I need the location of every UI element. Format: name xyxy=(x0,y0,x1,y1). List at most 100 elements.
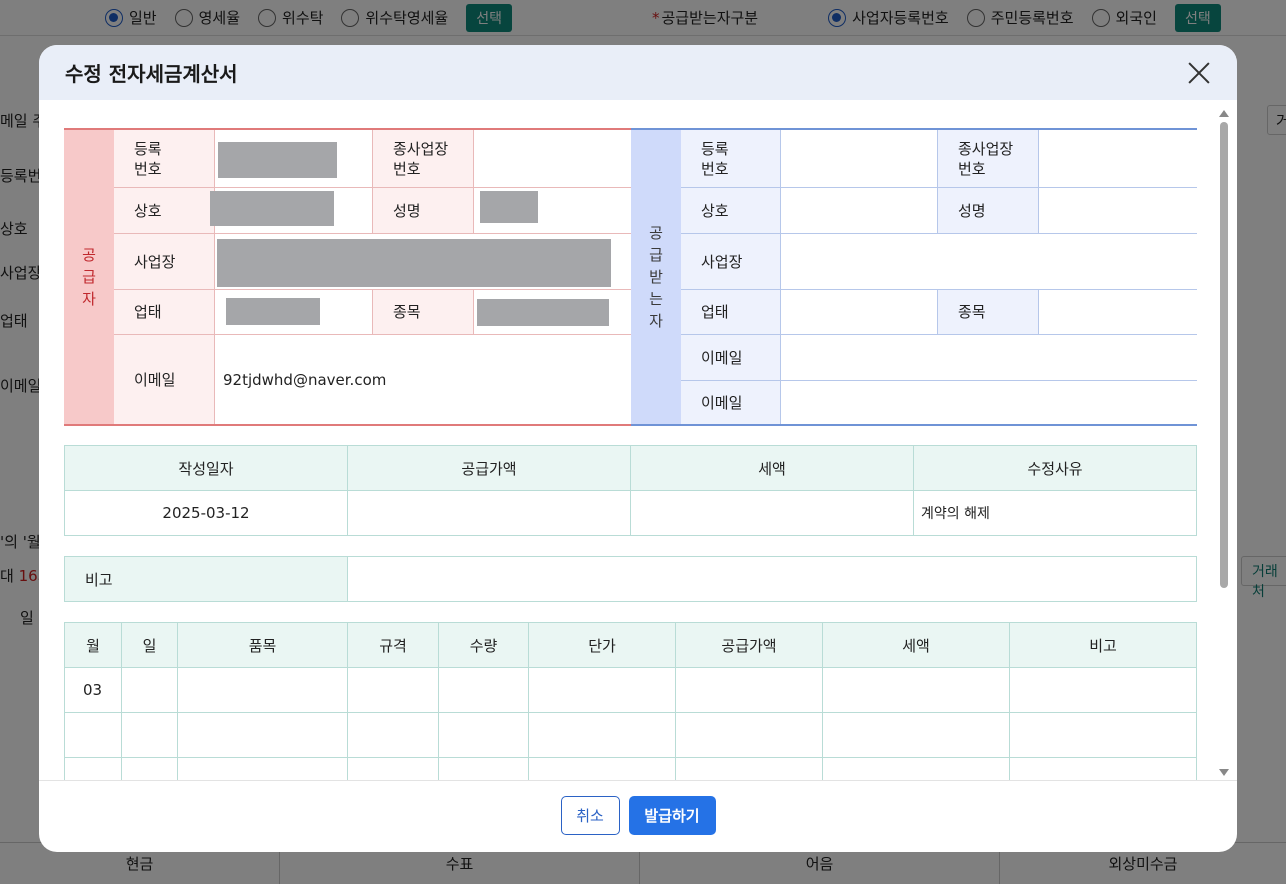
buyer-email1-value[interactable] xyxy=(781,335,1197,380)
items-header-note: 비고 xyxy=(1009,622,1197,668)
buyer-email2-value[interactable] xyxy=(781,381,1197,424)
item-cell[interactable] xyxy=(121,712,178,758)
supplier-type-value[interactable] xyxy=(215,290,373,334)
buyer-side-label: 공 급 받 는 자 xyxy=(631,130,681,424)
buyer-type-value[interactable] xyxy=(781,290,938,334)
buyer-email2-label: 이메일 xyxy=(681,381,781,424)
redacted-block xyxy=(226,298,320,325)
modal-footer: 취소 발급하기 xyxy=(39,780,1237,852)
scroll-up-icon[interactable] xyxy=(1219,110,1229,117)
supplier-name-label: 상호 xyxy=(114,188,215,233)
modal-scrollbar[interactable] xyxy=(1219,110,1229,776)
item-cell[interactable] xyxy=(64,712,122,758)
buyer-rep-value[interactable] xyxy=(1039,188,1197,233)
item-cell[interactable] xyxy=(438,667,529,713)
items-header-tax: 세액 xyxy=(822,622,1010,668)
item-cell[interactable] xyxy=(528,712,676,758)
buyer-sub-biz-value[interactable] xyxy=(1039,130,1197,187)
buyer-address-value[interactable] xyxy=(781,234,1197,289)
item-cell[interactable] xyxy=(347,712,439,758)
redacted-block xyxy=(210,191,334,226)
summary-supply[interactable] xyxy=(347,490,631,536)
supplier-rep-value[interactable] xyxy=(474,188,631,233)
table-row: 03 xyxy=(64,667,1197,713)
item-cell[interactable] xyxy=(822,667,1010,713)
items-header-month: 월 xyxy=(64,622,122,668)
item-cell[interactable] xyxy=(347,757,439,780)
summary-date[interactable]: 2025-03-12 xyxy=(64,490,348,536)
item-cell[interactable] xyxy=(177,757,348,780)
buyer-item-label: 종목 xyxy=(938,290,1039,334)
modal-header: 수정 전자세금계산서 xyxy=(39,45,1237,100)
item-cell[interactable] xyxy=(347,667,439,713)
items-header-spec: 규격 xyxy=(347,622,439,668)
item-cell[interactable] xyxy=(528,757,676,780)
supplier-email-label: 이메일 xyxy=(114,335,215,424)
supplier-type-label: 업태 xyxy=(114,290,215,334)
item-cell[interactable] xyxy=(675,667,823,713)
supplier-sub-biz-label: 종사업장 번호 xyxy=(373,130,474,187)
item-cell[interactable] xyxy=(822,712,1010,758)
item-cell[interactable] xyxy=(1009,667,1197,713)
buyer-reg-no-label: 등록 번호 xyxy=(681,130,781,187)
redacted-block xyxy=(218,142,337,178)
summary-header-date: 작성일자 xyxy=(64,445,348,491)
item-cell[interactable] xyxy=(528,667,676,713)
summary-table: 작성일자 공급가액 세액 수정사유 2025-03-12 계약의 해제 xyxy=(64,445,1197,536)
item-cell[interactable] xyxy=(1009,757,1197,780)
redacted-block xyxy=(217,239,611,287)
item-cell[interactable] xyxy=(177,712,348,758)
supplier-item-label: 종목 xyxy=(373,290,474,334)
issue-button[interactable]: 발급하기 xyxy=(628,796,716,835)
summary-tax[interactable] xyxy=(630,490,914,536)
cancel-button[interactable]: 취소 xyxy=(560,796,620,835)
item-cell[interactable] xyxy=(1009,712,1197,758)
modal-body: 공 급 자 등록 번호 종사업장 번호 상호 성명 사업장 업태 종목 이메일 … xyxy=(39,100,1237,780)
items-header-supply: 공급가액 xyxy=(675,622,823,668)
remarks-label: 비고 xyxy=(64,556,348,602)
item-cell[interactable] xyxy=(675,712,823,758)
items-header-unit-price: 단가 xyxy=(528,622,676,668)
buyer-item-value[interactable] xyxy=(1039,290,1197,334)
summary-header-supply: 공급가액 xyxy=(347,445,631,491)
redacted-block xyxy=(480,191,538,223)
redacted-block xyxy=(477,299,609,326)
remarks-input[interactable] xyxy=(347,556,1197,602)
buyer-rep-label: 성명 xyxy=(938,188,1039,233)
buyer-email1-label: 이메일 xyxy=(681,335,781,380)
item-cell[interactable] xyxy=(64,757,122,780)
supplier-address-value[interactable] xyxy=(215,234,631,289)
supplier-sub-biz-value[interactable] xyxy=(474,130,631,187)
table-row xyxy=(64,757,1197,780)
item-cell[interactable] xyxy=(438,712,529,758)
supplier-email-value[interactable]: 92tjdwhd@naver.com xyxy=(215,335,631,424)
scroll-down-icon[interactable] xyxy=(1219,769,1229,776)
supplier-name-value[interactable] xyxy=(210,188,373,233)
item-cell[interactable] xyxy=(177,667,348,713)
supplier-reg-no-label: 등록 번호 xyxy=(114,130,215,187)
close-icon[interactable] xyxy=(1187,61,1211,85)
item-cell[interactable] xyxy=(438,757,529,780)
buyer-name-value[interactable] xyxy=(781,188,938,233)
supplier-reg-no-value[interactable] xyxy=(215,130,373,187)
buyer-name-label: 상호 xyxy=(681,188,781,233)
scroll-thumb[interactable] xyxy=(1220,122,1228,588)
buyer-sub-biz-label: 종사업장 번호 xyxy=(938,130,1039,187)
table-row xyxy=(64,712,1197,758)
items-header-qty: 수량 xyxy=(438,622,529,668)
summary-header-reason: 수정사유 xyxy=(913,445,1197,491)
buyer-section: 공 급 받 는 자 등록 번호 종사업장 번호 상호 성명 사업장 업태 종목 … xyxy=(631,128,1197,426)
supplier-rep-label: 성명 xyxy=(373,188,474,233)
supplier-side-label: 공 급 자 xyxy=(64,130,114,424)
item-cell[interactable] xyxy=(121,757,178,780)
supplier-item-value[interactable] xyxy=(474,290,631,334)
buyer-type-label: 업태 xyxy=(681,290,781,334)
buyer-reg-no-value[interactable] xyxy=(781,130,938,187)
item-cell[interactable] xyxy=(675,757,823,780)
items-header-item: 품목 xyxy=(177,622,348,668)
summary-reason[interactable]: 계약의 해제 xyxy=(913,490,1197,536)
item-cell[interactable] xyxy=(121,667,178,713)
item-cell-month[interactable]: 03 xyxy=(64,667,122,713)
item-cell[interactable] xyxy=(822,757,1010,780)
tax-invoice-modal: 수정 전자세금계산서 공 급 자 등록 번호 종사업장 번호 상호 성명 사업장… xyxy=(39,45,1237,852)
